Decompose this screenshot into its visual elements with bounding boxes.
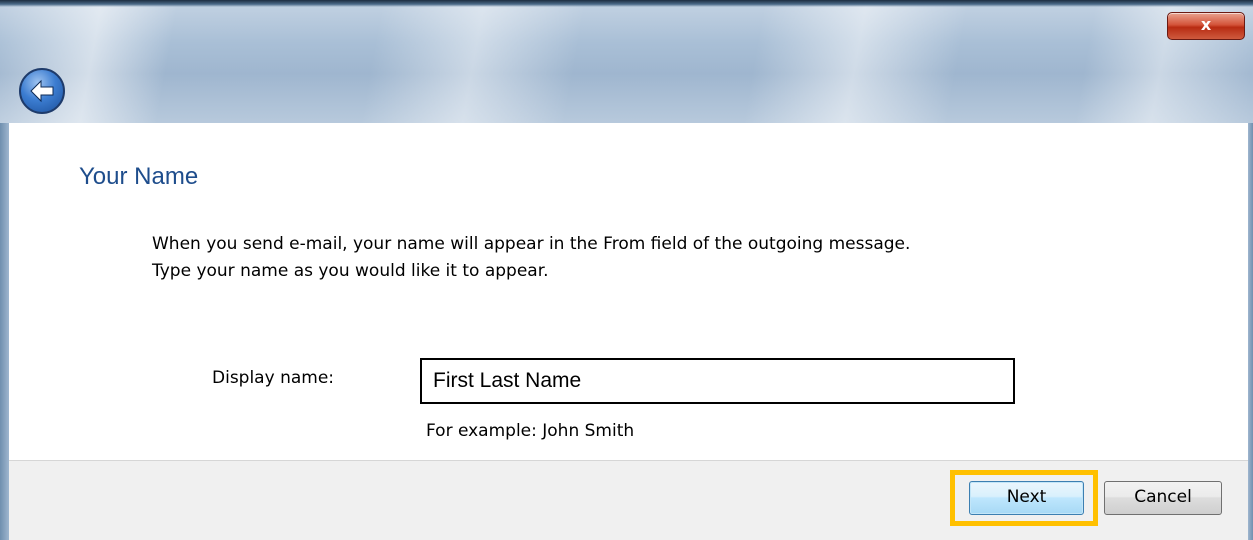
window-right-frame <box>1248 123 1253 540</box>
description-line-2: Type your name as you would like it to a… <box>152 261 549 281</box>
display-name-input[interactable]: First Last Name <box>420 358 1015 404</box>
cancel-button[interactable]: Cancel <box>1104 481 1222 515</box>
back-arrow-icon <box>30 79 54 103</box>
display-name-label: Display name: <box>212 368 335 388</box>
close-button[interactable]: x <box>1167 12 1245 40</box>
next-button[interactable]: Next <box>969 481 1084 515</box>
page-description: When you send e-mail, your name will app… <box>152 231 910 285</box>
window-left-frame <box>0 123 9 540</box>
back-button[interactable] <box>19 68 65 114</box>
window-top-edge <box>0 0 1253 7</box>
page-title: Your Name <box>79 163 199 190</box>
description-line-1: When you send e-mail, your name will app… <box>152 234 911 254</box>
close-icon: x <box>1200 15 1212 34</box>
display-name-example: For example: John Smith <box>426 421 635 441</box>
add-account-dialog: x Your Name When you send e-mail, your n… <box>0 0 1253 540</box>
aero-title-bar <box>0 0 1253 123</box>
